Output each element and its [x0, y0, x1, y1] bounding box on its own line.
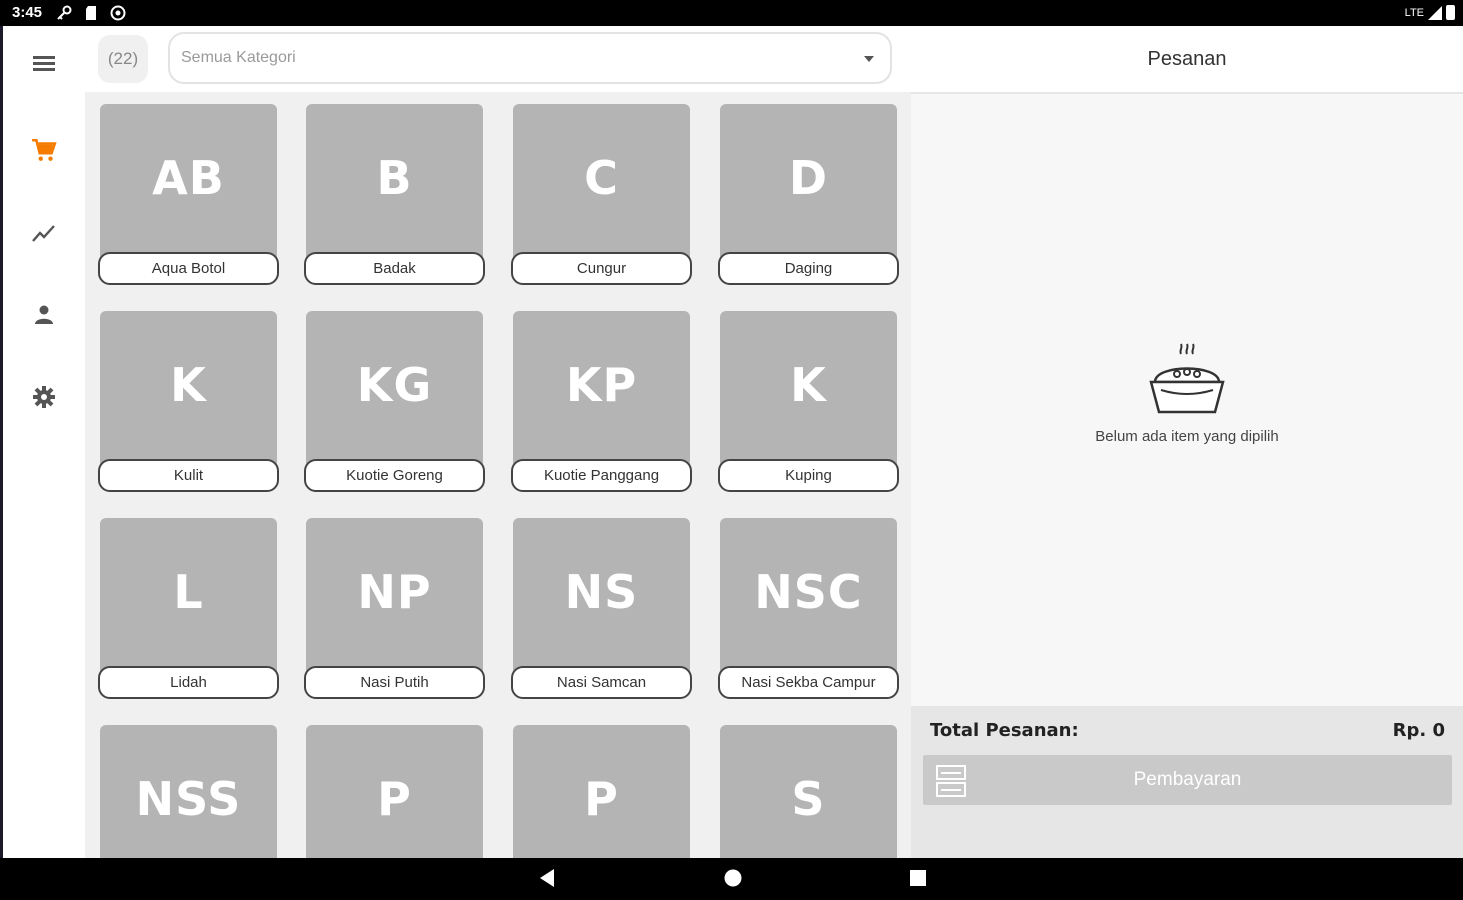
sd-card-icon	[86, 6, 96, 20]
signal-icon	[1428, 5, 1442, 20]
home-icon[interactable]	[723, 868, 743, 888]
category-dropdown[interactable]: Semua Kategori	[168, 32, 892, 84]
product-card[interactable]: NSC Nasi Sekba Campur	[718, 518, 899, 700]
product-card[interactable]: L Lidah	[98, 518, 279, 700]
payment-button-label: Pembayaran	[1133, 769, 1242, 790]
product-card[interactable]: NSS	[98, 725, 279, 858]
product-initials: K	[100, 311, 277, 476]
product-card[interactable]: K Kulit	[98, 311, 279, 493]
menu-icon	[33, 56, 55, 71]
nav-rail	[3, 26, 83, 858]
product-initials: S	[720, 725, 897, 858]
product-card[interactable]: C Cungur	[511, 104, 692, 286]
nav-cart[interactable]	[23, 129, 65, 171]
empty-state: Belum ada item yang dipilih	[911, 342, 1463, 445]
status-time: 3:45	[12, 4, 43, 21]
chart-icon	[32, 225, 55, 242]
product-initials: B	[306, 104, 483, 269]
key-icon	[57, 5, 72, 20]
product-name: Nasi Sekba Campur	[718, 666, 899, 699]
nav-reports[interactable]	[23, 212, 65, 254]
product-name: Kuotie Panggang	[511, 459, 692, 492]
product-initials: P	[513, 725, 690, 858]
product-initials: KG	[306, 311, 483, 476]
product-name: Kuotie Goreng	[304, 459, 485, 492]
product-card[interactable]: P	[511, 725, 692, 858]
sync-icon	[110, 5, 126, 21]
chevron-down-icon	[864, 56, 874, 62]
food-bowl-icon	[1149, 343, 1225, 414]
system-nav-bar	[0, 858, 1463, 900]
product-name: Badak	[304, 252, 485, 285]
back-icon[interactable]	[538, 868, 556, 888]
empty-message: Belum ada item yang dipilih	[1095, 428, 1279, 445]
order-panel: Pesanan Belum ada item yang dipilih Tota…	[911, 26, 1463, 858]
product-initials: NP	[306, 518, 483, 683]
product-name: Kulit	[98, 459, 279, 492]
payment-button[interactable]: Pembayaran	[923, 755, 1452, 805]
total-label: Total Pesanan:	[930, 720, 1079, 741]
nav-menu[interactable]	[23, 42, 65, 84]
product-card[interactable]: NP Nasi Putih	[304, 518, 485, 700]
status-bar: 3:45 LTE	[0, 0, 1463, 26]
total-value: Rp. 0	[1392, 720, 1445, 741]
network-label: LTE	[1404, 6, 1424, 19]
battery-icon	[1446, 5, 1455, 20]
order-title: Pesanan	[911, 26, 1463, 94]
recents-icon[interactable]	[909, 868, 927, 888]
product-initials: P	[306, 725, 483, 858]
product-initials: L	[100, 518, 277, 683]
product-initials: K	[720, 311, 897, 476]
product-initials: C	[513, 104, 690, 269]
product-card[interactable]: KP Kuotie Panggang	[511, 311, 692, 493]
product-card[interactable]: D Daging	[718, 104, 899, 286]
product-name: Daging	[718, 252, 899, 285]
nav-account[interactable]	[23, 294, 65, 336]
product-name: Nasi Samcan	[511, 666, 692, 699]
product-name: Kuping	[718, 459, 899, 492]
product-name: Aqua Botol	[98, 252, 279, 285]
product-initials: D	[720, 104, 897, 269]
product-card[interactable]: S	[718, 725, 899, 858]
product-card[interactable]: KG Kuotie Goreng	[304, 311, 485, 493]
product-card[interactable]: K Kuping	[718, 311, 899, 493]
cart-icon	[32, 138, 57, 161]
order-footer: Total Pesanan: Rp. 0 Pembayaran	[911, 706, 1463, 858]
product-card[interactable]: B Badak	[304, 104, 485, 286]
person-icon	[35, 305, 53, 324]
product-initials: NS	[513, 518, 690, 683]
product-name: Nasi Putih	[304, 666, 485, 699]
nav-settings[interactable]	[23, 376, 65, 418]
item-count-badge: (22)	[98, 35, 148, 83]
product-name: Lidah	[98, 666, 279, 699]
product-name: Cungur	[511, 252, 692, 285]
product-initials: KP	[513, 311, 690, 476]
product-initials: NSC	[720, 518, 897, 683]
product-initials: AB	[100, 104, 277, 269]
catalog-panel: (22) Semua Kategori AB Aqua Botol B Badak …	[85, 26, 911, 858]
product-card[interactable]: AB Aqua Botol	[98, 104, 279, 286]
product-card[interactable]: NS Nasi Samcan	[511, 518, 692, 700]
gear-icon	[33, 386, 55, 408]
category-dropdown-value: Semua Kategori	[181, 49, 296, 66]
catalog-toolbar: (22) Semua Kategori	[85, 26, 911, 92]
product-initials: NSS	[100, 725, 277, 858]
product-card[interactable]: P	[304, 725, 485, 858]
